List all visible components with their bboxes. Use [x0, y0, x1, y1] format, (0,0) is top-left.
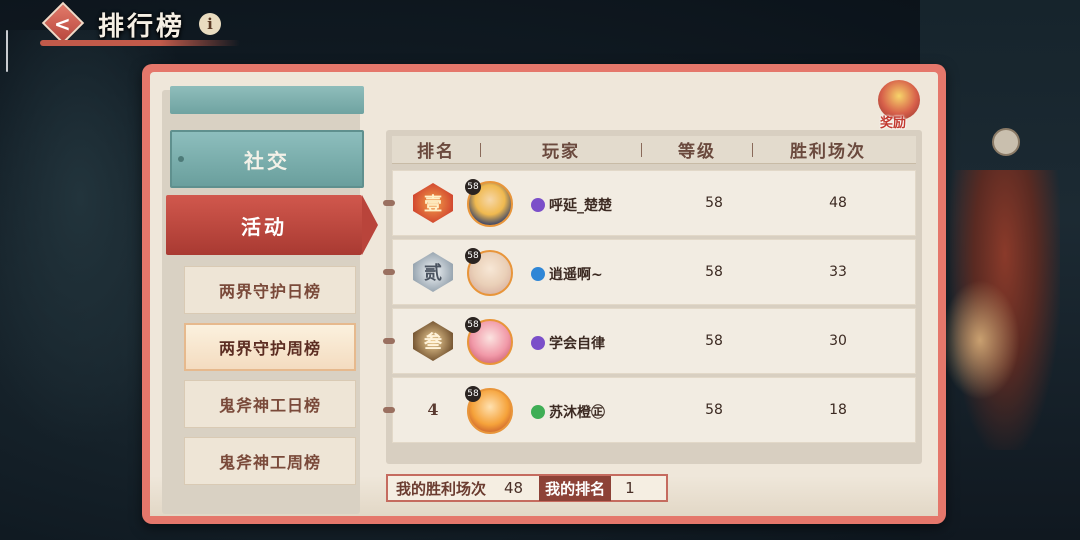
level-cell: 58: [705, 402, 723, 418]
level-cell: 58: [705, 195, 723, 211]
player-cell: 逍遥啊~: [531, 264, 603, 284]
row-marker: [383, 338, 395, 344]
sidebar: 社交 活动 两界守护日榜 两界守护周榜 鬼斧神工日榜 鬼斧神工周榜: [162, 86, 378, 514]
table-header: 排名 玩家 等级 胜利场次: [392, 136, 916, 164]
player-name: 逍遥啊~: [549, 267, 603, 283]
sub-item-craft-daily[interactable]: 鬼斧神工日榜: [184, 380, 356, 428]
sidebar-item-label: 社交: [244, 148, 290, 173]
player-tag-icon: [531, 198, 545, 212]
sub-item-realm-weekly[interactable]: 两界守护周榜: [184, 323, 356, 371]
player-name: 学会自律: [549, 336, 605, 352]
table-row[interactable]: 叁 58 学会自律 58 30: [383, 308, 916, 374]
info-icon[interactable]: i: [199, 13, 222, 35]
player-tag-icon: [531, 267, 545, 281]
wins-cell: 18: [829, 402, 847, 418]
player-tag-icon: [531, 336, 545, 350]
my-stats-bar: 我的胜利场次 48 我的排名 1: [386, 474, 668, 502]
reward-button[interactable]: 奖励: [870, 76, 928, 131]
player-cell: 苏沐橙㊣: [531, 402, 605, 422]
sub-item-craft-weekly[interactable]: 鬼斧神工周榜: [184, 437, 356, 485]
page-header: < 排行榜 i: [40, 1, 222, 45]
avatar-level-badge: 58: [465, 317, 481, 333]
sidebar-item-label: 活动: [241, 214, 287, 239]
column-header-wins: 胜利场次: [790, 142, 866, 162]
sidebar-item-top[interactable]: [170, 86, 364, 114]
row-marker: [383, 407, 395, 413]
row-marker: [383, 269, 395, 275]
column-header-rank: 排名: [417, 142, 455, 162]
rank-silver-badge-icon: 贰: [413, 252, 453, 292]
rank-gold-badge-icon: 壹: [413, 183, 453, 223]
sub-item-realm-daily[interactable]: 两界守护日榜: [184, 266, 356, 314]
reward-label: 奖励: [880, 116, 907, 131]
player-cell: 学会自律: [531, 333, 605, 353]
rank-number: 4: [427, 400, 439, 419]
leaderboard-table: 排名 玩家 等级 胜利场次 壹 58 呼延_楚楚 58 48 贰 58 逍遥啊~…: [383, 130, 922, 464]
title-underline: [40, 40, 240, 46]
table-row[interactable]: 4 58 苏沐橙㊣ 58 18: [383, 377, 916, 443]
level-cell: 58: [705, 333, 723, 349]
edge-indicator: [6, 30, 8, 72]
column-header-player: 玩家: [542, 142, 580, 162]
crossed-swords-icon[interactable]: [992, 128, 1020, 156]
dot-icon: [178, 156, 184, 162]
player-tag-icon: [531, 405, 545, 419]
back-button[interactable]: <: [40, 1, 88, 45]
avatar-level-badge: 58: [465, 386, 481, 402]
sidebar-item-social[interactable]: 社交: [170, 130, 364, 188]
rank-bronze-badge-icon: 叁: [413, 321, 453, 361]
player-name: 呼延_楚楚: [549, 198, 612, 214]
level-cell: 58: [705, 264, 723, 280]
page-title: 排行榜: [98, 11, 186, 42]
row-marker: [383, 200, 395, 206]
my-rank-label: 我的排名: [539, 475, 612, 501]
sidebar-item-activity[interactable]: 活动: [166, 195, 378, 255]
leaderboard-panel: 社交 活动 两界守护日榜 两界守护周榜 鬼斧神工日榜 鬼斧神工周榜 奖励 排名 …: [142, 64, 946, 524]
wins-cell: 33: [829, 264, 847, 280]
wins-cell: 48: [829, 195, 847, 211]
table-row[interactable]: 贰 58 逍遥啊~ 58 33: [383, 239, 916, 305]
table-row[interactable]: 壹 58 呼延_楚楚 58 48: [383, 170, 916, 236]
avatar-level-badge: 58: [465, 248, 481, 264]
avatar-level-badge: 58: [465, 179, 481, 195]
my-wins-value: 48: [504, 479, 524, 497]
background-character-detail: [940, 280, 1020, 400]
my-rank-value: 1: [625, 479, 635, 497]
column-header-level: 等级: [678, 142, 716, 162]
player-name: 苏沐橙㊣: [549, 405, 605, 421]
back-arrow-icon: <: [54, 12, 71, 36]
panel-body: 社交 活动 两界守护日榜 两界守护周榜 鬼斧神工日榜 鬼斧神工周榜 奖励 排名 …: [150, 72, 938, 516]
my-wins-label: 我的胜利场次: [396, 479, 487, 498]
player-cell: 呼延_楚楚: [531, 195, 612, 215]
wins-cell: 30: [829, 333, 847, 349]
